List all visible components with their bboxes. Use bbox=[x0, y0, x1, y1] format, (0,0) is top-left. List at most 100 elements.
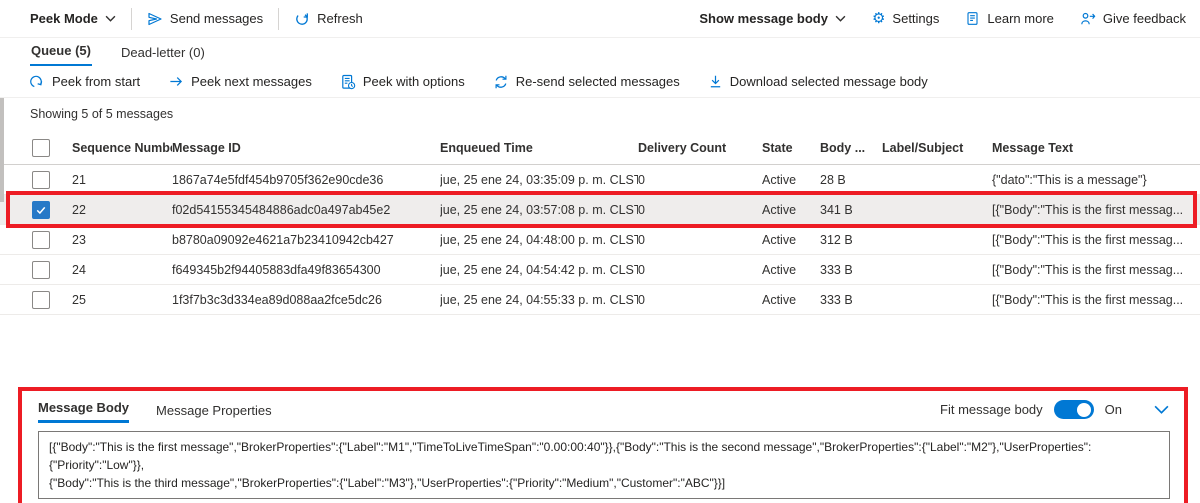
peek-mode-dropdown[interactable]: Peek Mode bbox=[30, 11, 116, 26]
message-body-textarea[interactable]: [{"Body":"This is the first message","Br… bbox=[38, 431, 1170, 499]
send-messages-label: Send messages bbox=[169, 11, 264, 26]
refresh-icon bbox=[296, 12, 309, 25]
peek-next-messages-label: Peek next messages bbox=[191, 74, 312, 89]
cell-enqueued: jue, 25 ene 24, 04:54:42 p. m. CLST bbox=[440, 262, 638, 277]
select-all-checkbox[interactable] bbox=[32, 138, 50, 157]
cell-delivery: 0 bbox=[638, 262, 645, 277]
refresh-label: Refresh bbox=[317, 11, 363, 26]
download-message-body-label: Download selected message body bbox=[729, 74, 928, 89]
resend-selected-button[interactable]: Re-send selected messages bbox=[493, 74, 680, 90]
actions-toolbar: Peek from start Peek next messages Peek … bbox=[0, 66, 1200, 98]
toggle-knob bbox=[1076, 402, 1091, 417]
give-feedback-button[interactable]: Give feedback bbox=[1080, 11, 1186, 26]
cell-enqueued: jue, 25 ene 24, 04:55:33 p. m. CLST bbox=[440, 292, 638, 307]
queue-tabs: Queue (5) Dead-letter (0) bbox=[0, 38, 1200, 66]
table-row[interactable]: 25 1f3f7b3c3d334ea89d088aa2fce5dc26 jue,… bbox=[0, 285, 1200, 315]
row-checkbox[interactable] bbox=[32, 260, 50, 279]
cell-delivery: 0 bbox=[638, 172, 645, 187]
header-message-id: Message ID bbox=[172, 140, 241, 155]
row-checkbox[interactable] bbox=[32, 290, 50, 309]
download-message-body-button[interactable]: Download selected message body bbox=[708, 74, 928, 89]
settings-button[interactable]: ⚙ Settings bbox=[872, 11, 939, 26]
peek-options-icon bbox=[342, 74, 356, 89]
table-row[interactable]: 24 f649345b2f94405883dfa49f83654300 jue,… bbox=[0, 255, 1200, 285]
cell-sequence: 21 bbox=[72, 172, 86, 187]
toolbar-divider bbox=[130, 7, 132, 30]
cell-enqueued: jue, 25 ene 24, 03:35:09 p. m. CLST bbox=[440, 172, 638, 187]
cell-state: Active bbox=[762, 232, 797, 247]
cell-delivery: 0 bbox=[638, 292, 645, 307]
table-row[interactable]: 23 b8780a09092e4621a7b23410942cb427 jue,… bbox=[0, 225, 1200, 255]
refresh-button[interactable]: Refresh bbox=[294, 11, 363, 27]
table-row[interactable]: 22 f02d54155345484886adc0a497ab45e2 jue,… bbox=[0, 191, 1200, 228]
resend-icon bbox=[495, 75, 507, 88]
show-message-body-label: Show message body bbox=[699, 11, 828, 26]
cell-body-size: 333 B bbox=[820, 262, 853, 277]
cell-state: Active bbox=[762, 172, 797, 187]
learn-more-label: Learn more bbox=[987, 11, 1054, 26]
tab-queue[interactable]: Queue (5) bbox=[30, 43, 92, 66]
peek-mode-label: Peek Mode bbox=[30, 11, 98, 26]
panel-tabs: Message Body Message Properties Fit mess… bbox=[38, 400, 1170, 423]
cell-message-id: f649345b2f94405883dfa49f83654300 bbox=[172, 262, 381, 277]
tab-message-properties[interactable]: Message Properties bbox=[156, 403, 272, 423]
row-checkbox[interactable] bbox=[32, 170, 50, 189]
cell-delivery: 0 bbox=[638, 202, 645, 217]
cell-body-size: 312 B bbox=[820, 232, 853, 247]
peek-from-start-label: Peek from start bbox=[52, 74, 141, 89]
cell-message-text: [{"Body":"This is the first messag... bbox=[992, 292, 1184, 307]
cell-body-size: 333 B bbox=[820, 292, 853, 307]
show-message-body-dropdown[interactable]: Show message body bbox=[699, 11, 846, 26]
cell-message-id: 1867a74e5fdf454b9705f362e90cde36 bbox=[172, 172, 384, 187]
scrollbar[interactable] bbox=[0, 98, 4, 202]
cell-sequence: 24 bbox=[72, 262, 86, 277]
peek-with-options-button[interactable]: Peek with options bbox=[340, 74, 465, 90]
cell-message-id: b8780a09092e4621a7b23410942cb427 bbox=[172, 232, 394, 247]
toolbar-divider bbox=[278, 7, 280, 30]
download-icon bbox=[710, 75, 720, 88]
cell-state: Active bbox=[762, 262, 797, 277]
header-delivery-count: Delivery Count bbox=[638, 140, 727, 155]
peek-next-messages-button[interactable]: Peek next messages bbox=[168, 74, 312, 89]
learn-more-button[interactable]: Learn more bbox=[965, 11, 1054, 26]
cell-delivery: 0 bbox=[638, 232, 645, 247]
header-enqueued-time: Enqueued Time bbox=[440, 140, 533, 155]
peek-with-options-label: Peek with options bbox=[362, 74, 465, 89]
tab-dead-letter[interactable]: Dead-letter (0) bbox=[120, 45, 206, 66]
give-feedback-label: Give feedback bbox=[1102, 11, 1186, 26]
arrow-right-icon bbox=[170, 77, 183, 86]
cell-sequence: 25 bbox=[72, 292, 86, 307]
feedback-icon bbox=[1081, 12, 1096, 25]
toggle-state-label: On bbox=[1104, 402, 1122, 417]
send-icon bbox=[148, 12, 162, 25]
chevron-down-icon bbox=[105, 15, 116, 22]
fit-message-body-control: Fit message body On bbox=[940, 400, 1170, 423]
cell-sequence: 22 bbox=[72, 202, 86, 217]
peek-from-start-button[interactable]: Peek from start bbox=[30, 74, 140, 89]
cell-message-text: {"dato":"This is a message"} bbox=[992, 172, 1147, 187]
cell-sequence: 23 bbox=[72, 232, 86, 247]
showing-count-text: Showing 5 of 5 messages bbox=[30, 107, 174, 121]
cell-message-id: f02d54155345484886adc0a497ab45e2 bbox=[172, 202, 391, 217]
header-sequence-number: Sequence Number bbox=[72, 140, 172, 155]
header-state: State bbox=[762, 140, 793, 155]
cell-message-id: 1f3f7b3c3d334ea89d088aa2fce5dc26 bbox=[172, 292, 382, 307]
gear-icon: ⚙ bbox=[871, 10, 886, 27]
settings-label: Settings bbox=[892, 11, 940, 26]
cell-enqueued: jue, 25 ene 24, 04:48:00 p. m. CLST bbox=[440, 232, 638, 247]
header-label-subject: Label/Subject bbox=[882, 140, 964, 155]
chevron-down-icon bbox=[835, 15, 846, 22]
peek-from-start-icon bbox=[30, 75, 43, 88]
row-checkbox[interactable] bbox=[32, 200, 50, 219]
cell-message-text: [{"Body":"This is the first messag... bbox=[992, 202, 1184, 217]
cell-message-text: [{"Body":"This is the first messag... bbox=[992, 232, 1184, 247]
send-messages-button[interactable]: Send messages bbox=[147, 11, 263, 27]
row-checkbox[interactable] bbox=[32, 230, 50, 249]
table-row[interactable]: 21 1867a74e5fdf454b9705f362e90cde36 jue,… bbox=[0, 165, 1200, 195]
message-body-panel: Message Body Message Properties Fit mess… bbox=[18, 387, 1188, 503]
fit-message-body-toggle[interactable] bbox=[1053, 400, 1094, 419]
collapse-panel-chevron-icon[interactable] bbox=[1153, 404, 1170, 415]
cell-state: Active bbox=[762, 202, 797, 217]
header-body-size: Body ... bbox=[820, 140, 866, 155]
tab-message-body[interactable]: Message Body bbox=[38, 400, 130, 423]
